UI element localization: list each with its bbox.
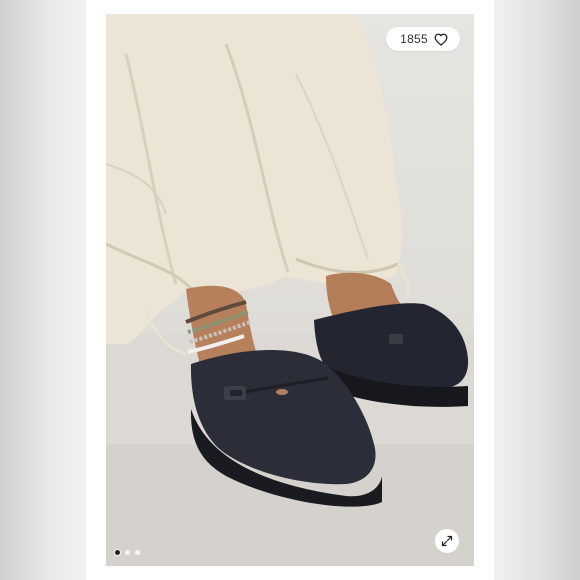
like-count: 1855 — [400, 32, 428, 46]
carousel-dot-2[interactable] — [125, 550, 130, 555]
carousel-indicator — [115, 550, 140, 555]
product-photo[interactable]: 1855 — [106, 14, 474, 566]
heart-icon — [434, 33, 448, 46]
like-button[interactable]: 1855 — [386, 27, 460, 51]
product-image — [106, 14, 474, 566]
expand-image-button[interactable] — [435, 529, 459, 553]
carousel-dot-1[interactable] — [115, 550, 120, 555]
expand-arrows-icon — [441, 535, 453, 547]
carousel-dot-3[interactable] — [135, 550, 140, 555]
